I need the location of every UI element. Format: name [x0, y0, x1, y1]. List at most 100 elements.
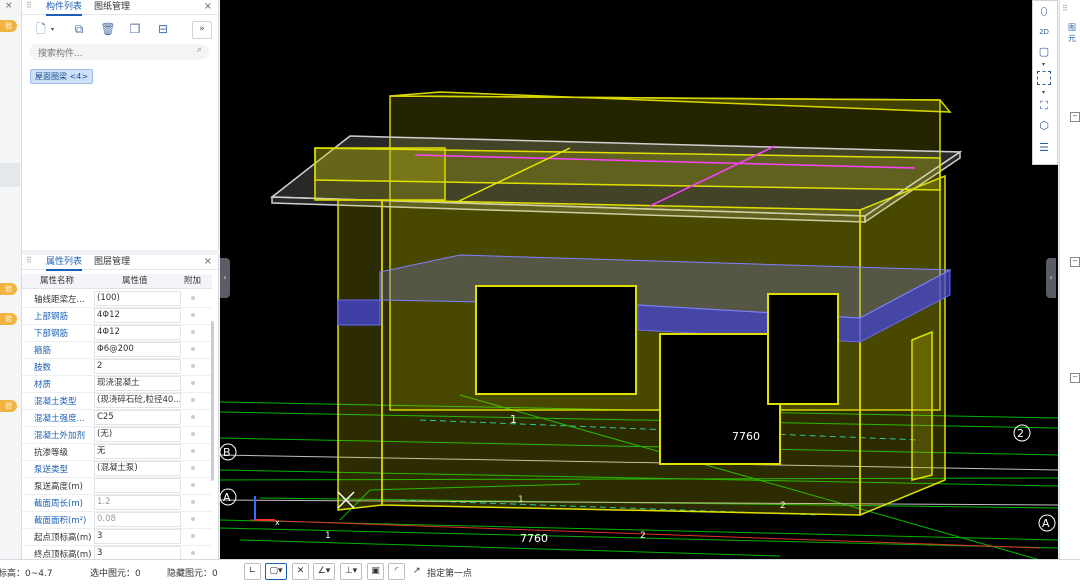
property-row[interactable]: 截面周长(m) 1.2 — [22, 494, 212, 512]
property-name: 混凝土外加剂 — [34, 431, 86, 441]
chevron-down-icon[interactable]: ▾ — [51, 26, 54, 33]
collapse-box-icon[interactable]: − — [1070, 257, 1080, 267]
property-row[interactable]: 肢数 2 — [22, 358, 212, 376]
attach-dot-icon[interactable] — [191, 500, 195, 504]
left-strip-close-icon[interactable]: × — [5, 1, 13, 11]
property-value-field[interactable]: 现浇混凝土 — [94, 376, 181, 391]
more-button[interactable]: » — [192, 21, 212, 39]
strip-selected-item[interactable] — [0, 163, 20, 187]
attach-dot-icon[interactable] — [191, 415, 195, 419]
chevron-down-icon[interactable]: ▾ — [1042, 89, 1045, 96]
property-row[interactable]: 泵送类型 (混凝土泵) — [22, 460, 212, 478]
search-placeholder: 搜索构件... — [38, 49, 83, 59]
attach-dot-icon[interactable] — [191, 534, 195, 538]
attach-dot-icon[interactable] — [191, 483, 195, 487]
3d-view-icon[interactable]: ▢ — [1037, 45, 1051, 59]
attach-dot-icon[interactable] — [191, 364, 195, 368]
delete-icon[interactable]: 🗑 — [99, 20, 117, 38]
property-row[interactable]: 抗渗等级 无 — [22, 443, 212, 461]
tab-component-list[interactable]: 构件列表 — [46, 0, 83, 16]
attach-dot-icon[interactable] — [191, 551, 195, 555]
attach-dot-icon[interactable] — [191, 517, 195, 521]
angle-icon[interactable]: ∠▾ — [313, 563, 335, 580]
drag-grip-icon[interactable]: ⠿ — [26, 256, 32, 265]
property-row[interactable]: 轴线距梁左... (100) — [22, 290, 212, 308]
attach-dot-icon[interactable] — [191, 347, 195, 351]
property-value-field[interactable]: 1.2 — [94, 495, 181, 510]
property-value-field[interactable]: 无 — [94, 444, 181, 459]
strip-badge[interactable]: 验 — [0, 313, 17, 325]
drag-grip-icon[interactable]: ⠿ — [26, 1, 32, 10]
attach-dot-icon[interactable] — [191, 432, 195, 436]
property-row[interactable]: 下部钢筋 4Φ12 — [22, 324, 212, 342]
collapse-right-arrow-icon[interactable]: › — [1046, 258, 1056, 298]
chevron-down-icon[interactable]: ▾ — [1042, 61, 1045, 68]
property-row[interactable]: 箍筋 Φ6@200 — [22, 341, 212, 359]
arc-icon[interactable]: ◜ — [388, 563, 405, 580]
attach-dot-icon[interactable] — [191, 466, 195, 470]
display-settings-icon[interactable]: ☰ — [1037, 141, 1051, 155]
property-row[interactable]: 终点顶标高(m) 3 — [22, 545, 212, 559]
property-value-field[interactable] — [94, 478, 181, 493]
attach-dot-icon[interactable] — [191, 296, 195, 300]
property-row[interactable]: 泵送高度(m) — [22, 477, 212, 495]
property-value-field[interactable]: 4Φ12 — [94, 325, 181, 340]
property-value-field[interactable]: Φ6@200 — [94, 342, 181, 357]
full-screen-icon[interactable]: ⛶ — [1037, 99, 1051, 113]
tab-drawing-management[interactable]: 图纸管理 — [94, 0, 130, 14]
property-row[interactable]: 材质 现浇混凝土 — [22, 375, 212, 393]
property-value-field[interactable]: 3 — [94, 529, 181, 544]
collapse-box-icon[interactable]: − — [1070, 373, 1080, 383]
new-component-icon[interactable]: 🗋 — [32, 20, 50, 38]
layer-copy-icon[interactable]: ❐ — [126, 20, 144, 38]
attach-dot-icon[interactable] — [191, 398, 195, 402]
attach-dot-icon[interactable] — [191, 313, 195, 317]
drag-grip-icon[interactable]: ⠿ — [1062, 4, 1068, 13]
layer-view-icon[interactable]: ⬡ — [1037, 119, 1051, 133]
strip-badge[interactable]: 验 — [0, 283, 17, 295]
attach-dot-icon[interactable] — [191, 330, 195, 334]
2d-view-icon[interactable]: 2D — [1037, 25, 1051, 39]
property-row[interactable]: 混凝土强度... C25 — [22, 409, 212, 427]
property-value-field[interactable]: 3 — [94, 546, 181, 559]
attach-dot-icon[interactable] — [191, 449, 195, 453]
close-icon[interactable]: × — [204, 0, 212, 14]
tab-property-list[interactable]: 属性列表 — [46, 255, 83, 271]
property-value-field[interactable]: (100) — [94, 291, 181, 306]
select-region-icon[interactable] — [1037, 71, 1051, 85]
property-row[interactable]: 上部钢筋 4Φ12 — [22, 307, 212, 325]
property-value-field[interactable]: 2 — [94, 359, 181, 374]
property-row[interactable]: 截面面积(m²) 0.08 — [22, 511, 212, 529]
property-value-field[interactable]: C25 — [94, 410, 181, 425]
copy-icon[interactable]: ⧉ — [70, 20, 88, 38]
attach-dot-icon[interactable] — [191, 381, 195, 385]
collapse-left-arrow-icon[interactable]: ‹ — [220, 258, 230, 298]
selected-component-tag[interactable]: 屋面圈梁 <4> — [30, 69, 94, 84]
property-value-field[interactable]: 0.08 — [94, 512, 181, 527]
close-icon[interactable]: × — [204, 255, 212, 269]
tab-elements[interactable]: 图元 — [1068, 22, 1080, 44]
3d-viewport[interactable]: 1 2 1 2 — [220, 0, 1058, 559]
cross-select-icon[interactable]: ✕ — [292, 563, 309, 580]
search-icon[interactable]: ⌕ — [197, 45, 202, 55]
property-value-field[interactable]: 4Φ12 — [94, 308, 181, 323]
tab-layer-management[interactable]: 图层管理 — [94, 255, 130, 269]
filter-icon[interactable]: ⊟ — [154, 20, 172, 38]
orthogonal-icon[interactable]: ∟ — [244, 563, 261, 580]
property-scrollbar[interactable] — [211, 321, 214, 481]
property-row[interactable]: 混凝土类型 (现浇碎石砼,粒径40... — [22, 392, 212, 410]
dynamic-observe-icon[interactable]: ⬯ — [1037, 5, 1051, 19]
search-input[interactable]: 搜索构件... ⌕ — [29, 44, 209, 60]
collapse-box-icon[interactable]: − — [1070, 112, 1080, 122]
property-value-field[interactable]: (无) — [94, 427, 181, 442]
snap-icon[interactable]: ⊥▾ — [340, 563, 362, 580]
select-box-icon[interactable]: ▢▾ — [265, 563, 287, 580]
property-value-field[interactable]: (现浇碎石砼,粒径40... — [94, 393, 181, 408]
property-row[interactable]: 起点顶标高(m) 3 — [22, 528, 212, 546]
save-view-icon[interactable]: ▣ — [367, 563, 384, 580]
model-canvas[interactable]: 1 2 1 2 — [220, 0, 1058, 559]
strip-badge[interactable]: 验 — [0, 20, 17, 32]
property-row[interactable]: 混凝土外加剂 (无) — [22, 426, 212, 444]
property-value-field[interactable]: (混凝土泵) — [94, 461, 181, 476]
strip-badge[interactable]: 验 — [0, 400, 17, 412]
